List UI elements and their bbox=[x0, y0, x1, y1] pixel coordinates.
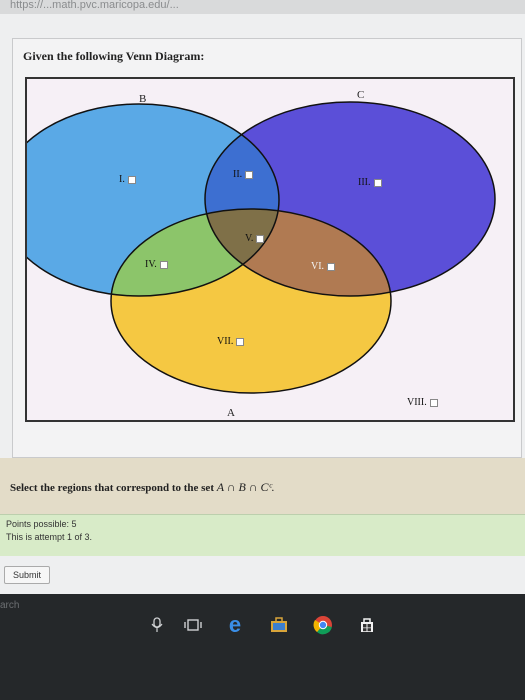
region-vi-label: VI. bbox=[311, 261, 325, 272]
taskbar: arch e bbox=[0, 594, 525, 700]
region-vi: VI. bbox=[311, 261, 336, 272]
prompt-question: Select the regions that correspond to th… bbox=[10, 482, 214, 494]
region-v: V. bbox=[245, 233, 265, 244]
attempt-counter: This is attempt 1 of 3. bbox=[6, 532, 93, 542]
prompt-set-expression: A ∩ B ∩ Cᶜ. bbox=[216, 480, 275, 494]
region-iv: IV. bbox=[145, 259, 168, 270]
region-i-label: I. bbox=[119, 174, 125, 185]
submit-button[interactable]: Submit bbox=[4, 566, 50, 584]
attempt-info: Points possible: 5 This is attempt 1 of … bbox=[0, 514, 525, 556]
region-viii-label: VIII. bbox=[407, 397, 427, 408]
region-ii-checkbox[interactable] bbox=[245, 170, 254, 179]
browser-url-bar[interactable]: https://...math.pvc.maricopa.edu/... bbox=[0, 0, 525, 14]
prompt-area: Select the regions that correspond to th… bbox=[0, 458, 525, 518]
region-vii-checkbox[interactable] bbox=[236, 337, 245, 346]
question-card: Given the following Venn Diagram: B C A … bbox=[12, 38, 522, 458]
region-iv-checkbox[interactable] bbox=[159, 260, 168, 269]
region-vii: VII. bbox=[217, 336, 245, 347]
region-ii-label: II. bbox=[233, 169, 243, 180]
region-iv-label: IV. bbox=[145, 259, 157, 270]
region-v-label: V. bbox=[245, 233, 254, 244]
region-viii-checkbox[interactable] bbox=[429, 398, 438, 407]
region-vi-checkbox[interactable] bbox=[327, 262, 336, 271]
region-viii: VIII. bbox=[407, 397, 438, 408]
venn-diagram: B C A I. II. III. IV. V. VI. VII. VIII. bbox=[25, 77, 515, 422]
region-iii-label: III. bbox=[358, 177, 371, 188]
set-label-c: C bbox=[357, 89, 365, 101]
prompt-text: Select the regions that correspond to th… bbox=[10, 480, 275, 495]
region-iii: III. bbox=[358, 177, 382, 188]
task-view-icon[interactable] bbox=[182, 614, 204, 636]
store-icon[interactable] bbox=[268, 614, 290, 636]
region-vii-label: VII. bbox=[217, 336, 234, 347]
set-label-a: A bbox=[227, 407, 235, 419]
chrome-icon[interactable] bbox=[312, 614, 334, 636]
region-iii-checkbox[interactable] bbox=[373, 178, 382, 187]
venn-svg bbox=[27, 101, 496, 394]
region-i: I. bbox=[119, 174, 136, 185]
page-content: Given the following Venn Diagram: B C A … bbox=[0, 14, 525, 594]
region-ii: II. bbox=[233, 169, 254, 180]
region-i-checkbox[interactable] bbox=[127, 175, 136, 184]
region-v-checkbox[interactable] bbox=[256, 234, 265, 243]
microphone-icon[interactable] bbox=[146, 614, 168, 636]
set-label-b: B bbox=[139, 93, 147, 105]
windows-store-icon[interactable] bbox=[356, 614, 378, 636]
question-heading: Given the following Venn Diagram: bbox=[23, 49, 205, 63]
points-possible: Points possible: 5 bbox=[6, 519, 77, 529]
taskbar-search[interactable]: arch bbox=[0, 600, 19, 611]
edge-icon[interactable]: e bbox=[224, 614, 246, 636]
